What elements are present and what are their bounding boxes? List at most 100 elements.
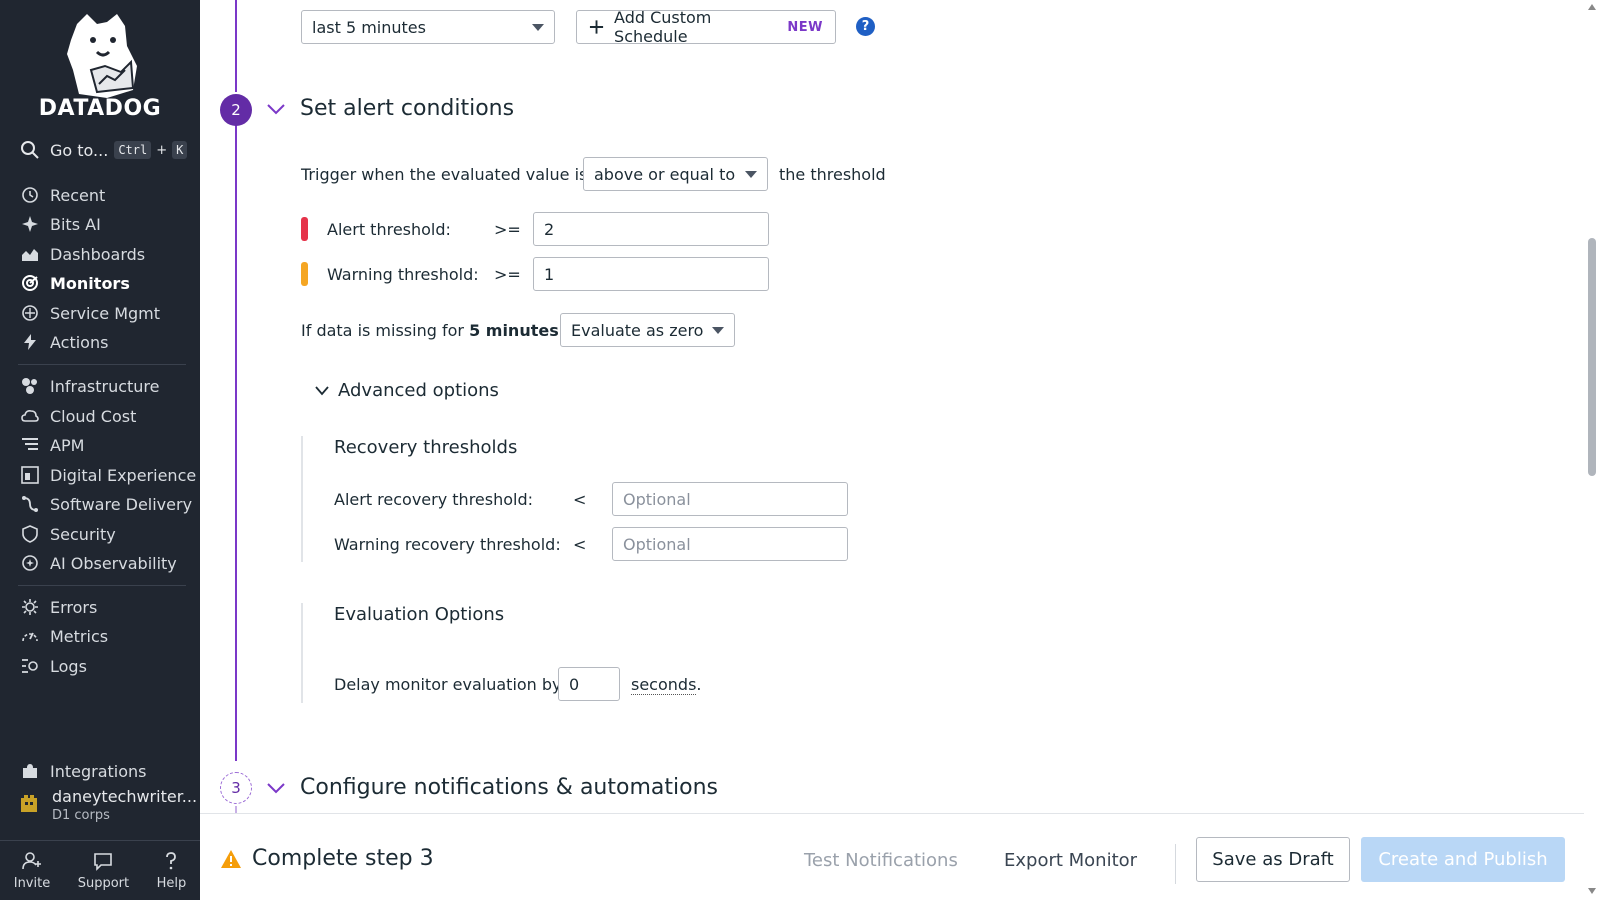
delay-period: .: [696, 675, 702, 694]
sidebar-item-monitors[interactable]: Monitors: [20, 270, 130, 296]
bolt-icon: [20, 332, 40, 352]
invite-button[interactable]: Invite: [14, 851, 50, 891]
sidebar-item-logs[interactable]: Logs: [20, 653, 87, 679]
alert-recovery-operator: <: [573, 490, 587, 509]
missing-data-select[interactable]: Evaluate as zero: [560, 313, 735, 347]
trigger-comparator-value: above or equal to: [594, 164, 736, 184]
help-label: Help: [156, 875, 187, 891]
puzzle-icon: [20, 761, 40, 781]
brand-name: DATADOG: [38, 96, 162, 121]
sidebar-item-label: Actions: [50, 332, 109, 352]
dashboard-icon: [20, 244, 40, 264]
save-as-draft-button[interactable]: Save as Draft: [1196, 837, 1350, 882]
sidebar-item-label: Dashboards: [50, 244, 146, 264]
export-monitor-button[interactable]: Export Monitor: [1004, 850, 1137, 871]
evaluation-window-select[interactable]: last 5 minutes: [301, 10, 555, 44]
step-2-title[interactable]: Set alert conditions: [300, 96, 514, 121]
add-user-icon: [22, 851, 41, 869]
sparkle-icon: [20, 214, 40, 234]
step-timeline-line: [235, 125, 237, 761]
sidebar-item-actions[interactable]: Actions: [20, 329, 108, 355]
sidebar-item-bits-ai[interactable]: Bits AI: [20, 211, 101, 237]
footer-separator: [1175, 844, 1176, 884]
sidebar-item-security[interactable]: Security: [20, 521, 116, 547]
warning-recovery-label: Warning recovery threshold:: [334, 535, 561, 554]
plus-icon: [589, 20, 604, 34]
sidebar-item-metrics[interactable]: Metrics: [20, 623, 108, 649]
org-name: D1 corps: [52, 808, 110, 823]
sidebar-item-label: Service Mgmt: [50, 303, 161, 323]
goto-search[interactable]: Go to... Ctrl + K: [20, 140, 188, 160]
sidebar-item-label: Software Delivery: [50, 494, 193, 514]
sidebar-item-cloud-cost[interactable]: Cloud Cost: [20, 403, 136, 429]
sidebar-divider: [18, 364, 186, 365]
sidebar-item-label: Integrations: [50, 761, 147, 781]
warning-recovery-input[interactable]: [612, 527, 848, 561]
sidebar-item-software-delivery[interactable]: Software Delivery: [20, 491, 192, 517]
user-name: daneytechwriter...: [52, 787, 198, 806]
step-3-title[interactable]: Configure notifications & automations: [300, 775, 718, 800]
sidebar-item-digital-experience[interactable]: Digital Experience: [20, 462, 196, 488]
page-scrollbar[interactable]: [1584, 0, 1600, 900]
history-icon: [20, 185, 40, 205]
alert-recovery-input[interactable]: [612, 482, 848, 516]
sidebar-item-label: Monitors: [50, 273, 130, 293]
missing-data-text: If data is missing for 5 minutes: [301, 321, 559, 340]
alert-threshold-input[interactable]: [533, 212, 769, 246]
evaluation-window-value: last 5 minutes: [312, 17, 426, 37]
trigger-suffix-text: the threshold: [779, 165, 886, 184]
alert-threshold-operator: >=: [494, 220, 521, 239]
missing-data-prefix: If data is missing for: [301, 321, 464, 340]
warning-color-marker: [301, 262, 308, 286]
sidebar-item-integrations[interactable]: Integrations: [20, 758, 147, 784]
sidebar-item-label: AI Observability: [50, 553, 177, 573]
delay-evaluation-input[interactable]: [558, 667, 620, 701]
digital-experience-icon: [20, 465, 40, 485]
trigger-comparator-select[interactable]: above or equal to: [583, 157, 768, 191]
datadog-logo[interactable]: DATADOG: [0, 10, 200, 121]
chevron-down-icon[interactable]: [314, 385, 330, 397]
scroll-up-arrow-icon[interactable]: [1588, 4, 1596, 10]
support-button[interactable]: Support: [78, 851, 129, 891]
sidebar-item-label: APM: [50, 435, 85, 455]
user-account[interactable]: daneytechwriter... D1 corps: [18, 787, 197, 823]
sidebar-item-ai-observability[interactable]: AI Observability: [20, 550, 177, 576]
monitor-editor: last 5 minutes Add Custom Schedule NEW ?…: [200, 0, 1584, 900]
infrastructure-icon: [20, 376, 40, 396]
seconds-tooltip-term[interactable]: seconds: [631, 675, 697, 695]
chevron-down-icon[interactable]: [266, 102, 286, 116]
scroll-down-arrow-icon[interactable]: [1588, 888, 1596, 894]
sidebar-item-errors[interactable]: Errors: [20, 594, 97, 620]
advanced-options-toggle[interactable]: Advanced options: [338, 380, 499, 401]
help-button[interactable]: Help: [156, 851, 187, 891]
sidebar-item-label: Logs: [50, 656, 87, 676]
missing-data-duration: 5 minutes: [469, 321, 559, 340]
software-delivery-icon: [20, 494, 40, 514]
evaluation-options-title: Evaluation Options: [334, 604, 505, 625]
warning-threshold-input[interactable]: [533, 257, 769, 291]
apm-icon: [20, 435, 40, 455]
shield-icon: [20, 524, 40, 544]
section-indent-line: [301, 603, 303, 703]
test-notifications-button[interactable]: Test Notifications: [804, 850, 958, 871]
sidebar-item-label: Digital Experience: [50, 465, 197, 485]
sidebar-item-dashboards[interactable]: Dashboards: [20, 241, 145, 267]
alert-threshold-label: Alert threshold:: [327, 220, 451, 239]
sidebar-item-apm[interactable]: APM: [20, 432, 84, 458]
shortcut-plus: +: [156, 142, 168, 158]
sidebar-item-recent[interactable]: Recent: [20, 182, 105, 208]
service-icon: [20, 303, 40, 323]
sidebar-item-service-mgmt[interactable]: Service Mgmt: [20, 300, 160, 326]
chevron-down-icon[interactable]: [266, 781, 286, 795]
scroll-thumb[interactable]: [1588, 238, 1596, 476]
chat-icon: [94, 852, 113, 871]
add-custom-schedule-button[interactable]: Add Custom Schedule NEW: [576, 8, 836, 46]
sidebar-item-infrastructure[interactable]: Infrastructure: [20, 373, 159, 399]
completion-status-text: Complete step 3: [252, 846, 434, 871]
create-and-publish-button[interactable]: Create and Publish: [1361, 837, 1565, 882]
sidebar-divider: [18, 585, 186, 586]
question-icon: [166, 851, 177, 869]
help-circle-icon[interactable]: ?: [856, 17, 875, 36]
sidebar: DATADOG Go to... Ctrl + K Recent Bits AI…: [0, 0, 200, 900]
sidebar-item-label: Recent: [50, 185, 106, 205]
